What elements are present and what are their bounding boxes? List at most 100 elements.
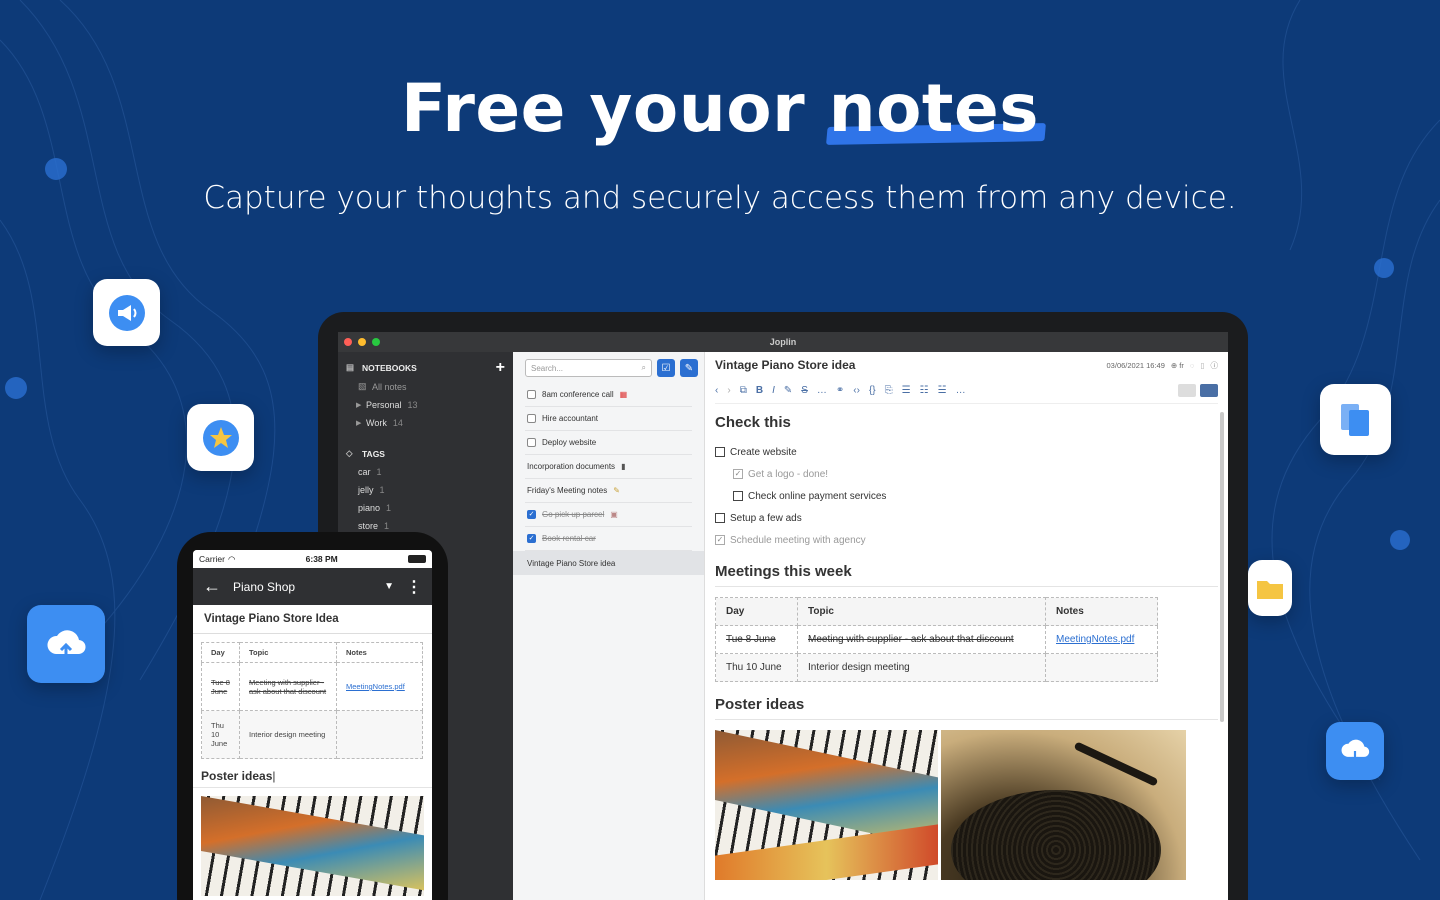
new-todo-button[interactable]: ☑ xyxy=(657,359,675,377)
notebook-title: Piano Shop xyxy=(233,579,296,594)
carrier-label: Carrier xyxy=(199,554,225,564)
note-list-item[interactable]: 8am conference call ▦ xyxy=(525,383,692,407)
mobile-piano-image xyxy=(201,796,424,896)
checkbox[interactable] xyxy=(733,491,743,501)
editor-scrollbar[interactable] xyxy=(1220,412,1224,722)
dropdown-icon[interactable]: ▼ xyxy=(384,581,394,592)
note-list-item[interactable]: Incorporation documents ▮ xyxy=(525,455,692,479)
heading-poster-ideas: Poster ideas xyxy=(715,696,1218,720)
notebooks-header[interactable]: ▤ NOTEBOOKS + xyxy=(338,358,513,377)
piano-image xyxy=(715,730,938,880)
table-cell xyxy=(1045,653,1158,682)
back-icon[interactable]: ‹ xyxy=(715,385,718,396)
checklist-item[interactable]: Create website xyxy=(715,441,1218,463)
checklist-item[interactable]: ✓ Get a logo - done! xyxy=(715,463,1218,485)
expand-arrow-icon[interactable]: ▶ xyxy=(356,401,366,409)
strikethrough-button[interactable]: S xyxy=(801,385,808,396)
todo-checkbox-checked[interactable]: ✓ xyxy=(527,534,536,543)
attachment-link[interactable]: MeetingNotes.pdf xyxy=(346,682,405,691)
sidebar-tag-piano[interactable]: piano 1 xyxy=(338,499,513,517)
markdown-toggle-button[interactable] xyxy=(1178,384,1196,397)
desktop-app-window: Joplin ▤ NOTEBOOKS + ▧ All notes ▶ Persona… xyxy=(338,332,1228,900)
todo-checkbox-checked[interactable]: ✓ xyxy=(527,510,536,519)
sidebar-tag-jelly[interactable]: jelly 1 xyxy=(338,481,513,499)
laptop-frame: Joplin ▤ NOTEBOOKS + ▧ All notes ▶ Persona… xyxy=(318,312,1248,900)
status-bar: Carrier ◠ 6:38 PM xyxy=(193,550,432,568)
text-cursor: | xyxy=(272,769,276,783)
checkbox-checked[interactable]: ✓ xyxy=(715,535,725,545)
forward-icon[interactable]: › xyxy=(727,385,730,396)
layout-toggle-icon[interactable]: ▯ xyxy=(1200,361,1204,370)
status-time: 6:38 PM xyxy=(305,554,338,564)
table-header: Notes xyxy=(1045,597,1158,626)
note-body[interactable]: Check this Create website ✓ Get a logo - … xyxy=(715,404,1218,880)
bullet-list-icon[interactable]: ☰ xyxy=(902,385,911,396)
alarm-icon[interactable]: ◌ xyxy=(1190,361,1194,370)
table-cell: MeetingNotes.pdf xyxy=(336,662,423,711)
folder-icon xyxy=(1248,560,1292,616)
table-row: Thu 10 June Interior design meeting xyxy=(201,710,423,759)
bold-button[interactable]: B xyxy=(756,385,763,396)
search-input[interactable]: Search... ⌕ xyxy=(525,359,652,377)
info-icon[interactable]: ⓘ xyxy=(1211,360,1219,371)
external-edit-icon[interactable]: ⧉ xyxy=(740,385,747,396)
checklist-item[interactable]: Check online payment services xyxy=(715,485,1218,507)
checklist-item[interactable]: Setup a few ads xyxy=(715,507,1218,529)
language-button[interactable]: ⊕ fr xyxy=(1171,361,1184,370)
italic-button[interactable]: I xyxy=(772,385,775,396)
attachment-link[interactable]: MeetingNotes.pdf xyxy=(1056,634,1134,645)
note-list-item[interactable]: Friday's Meeting notes ✎ xyxy=(525,479,692,503)
decor-dot xyxy=(5,377,27,399)
more-icon[interactable]: … xyxy=(956,385,966,396)
new-note-button[interactable]: ✎ xyxy=(680,359,698,377)
battery-icon xyxy=(408,555,426,563)
note-list-item[interactable]: ✓ Book rental car xyxy=(525,527,692,551)
sidebar-item-all-notes[interactable]: ▧ All notes xyxy=(338,377,513,396)
note-list-item[interactable]: Hire accountant xyxy=(525,407,692,431)
mobile-note-title[interactable]: Vintage Piano Store Idea xyxy=(193,605,432,634)
add-notebook-button[interactable]: + xyxy=(496,359,505,375)
editor-toolbar: ‹ › ⧉ B I ✎ S … ⚭ ‹› {} ⎘ ☰ ☷ ☱ … xyxy=(715,378,1218,404)
more-icon[interactable]: … xyxy=(817,385,827,396)
phone-frame: Carrier ◠ 6:38 PM ← Piano Shop ▼ ⋮ Vinta… xyxy=(177,532,448,900)
checkbox[interactable] xyxy=(715,447,725,457)
numbered-list-icon[interactable]: ☷ xyxy=(920,385,929,396)
mobile-header: ← Piano Shop ▼ ⋮ xyxy=(193,568,432,605)
notebook-icon: ▤ xyxy=(346,362,355,372)
code-icon[interactable]: ‹› xyxy=(853,385,860,396)
link-icon[interactable]: ⚭ xyxy=(836,385,844,396)
checklist-icon[interactable]: ☱ xyxy=(938,385,947,396)
tags-header[interactable]: ◇ TAGS xyxy=(338,444,513,463)
sidebar-tag-car[interactable]: car 1 xyxy=(338,463,513,481)
checklist-item[interactable]: ✓ Schedule meeting with agency xyxy=(715,529,1218,551)
todo-checkbox[interactable] xyxy=(527,414,536,423)
decor-dot xyxy=(1374,258,1394,278)
hero-title-highlight: notes xyxy=(828,70,1040,147)
checkbox-checked[interactable]: ✓ xyxy=(733,469,743,479)
more-vertical-icon[interactable]: ⋮ xyxy=(406,577,422,597)
mobile-poster-heading[interactable]: Poster ideas| xyxy=(193,759,432,788)
note-list-item[interactable]: Deploy website xyxy=(525,431,692,455)
table-cell: Interior design meeting xyxy=(797,653,1046,682)
megaphone-icon xyxy=(93,279,160,346)
highlight-icon[interactable]: ✎ xyxy=(784,385,792,396)
all-notes-icon: ▧ xyxy=(358,381,367,391)
rich-text-toggle-button[interactable] xyxy=(1200,384,1218,397)
expand-arrow-icon[interactable]: ▶ xyxy=(356,419,366,427)
sidebar-item-personal[interactable]: ▶ Personal 13 xyxy=(338,396,513,414)
attach-icon[interactable]: ⎘ xyxy=(885,385,893,396)
sidebar-item-work[interactable]: ▶ Work 14 xyxy=(338,414,513,432)
table-cell: Thu 10 June xyxy=(715,653,798,682)
note-title-input[interactable]: Vintage Piano Store idea xyxy=(715,358,855,372)
search-icon: ⌕ xyxy=(641,363,646,372)
note-list-item[interactable]: ✓ Go pick up parcel ▣ xyxy=(525,503,692,527)
todo-checkbox[interactable] xyxy=(527,438,536,447)
note-list-item-selected[interactable]: Vintage Piano Store idea xyxy=(513,551,704,575)
checkbox[interactable] xyxy=(715,513,725,523)
code-block-icon[interactable]: {} xyxy=(869,385,876,396)
tag-icon: ◇ xyxy=(346,448,353,458)
back-arrow-icon[interactable]: ← xyxy=(203,576,221,597)
table-header: Day xyxy=(715,597,798,626)
table-cell: Meeting with supplier - ask about that d… xyxy=(797,625,1046,654)
todo-checkbox[interactable] xyxy=(527,390,536,399)
